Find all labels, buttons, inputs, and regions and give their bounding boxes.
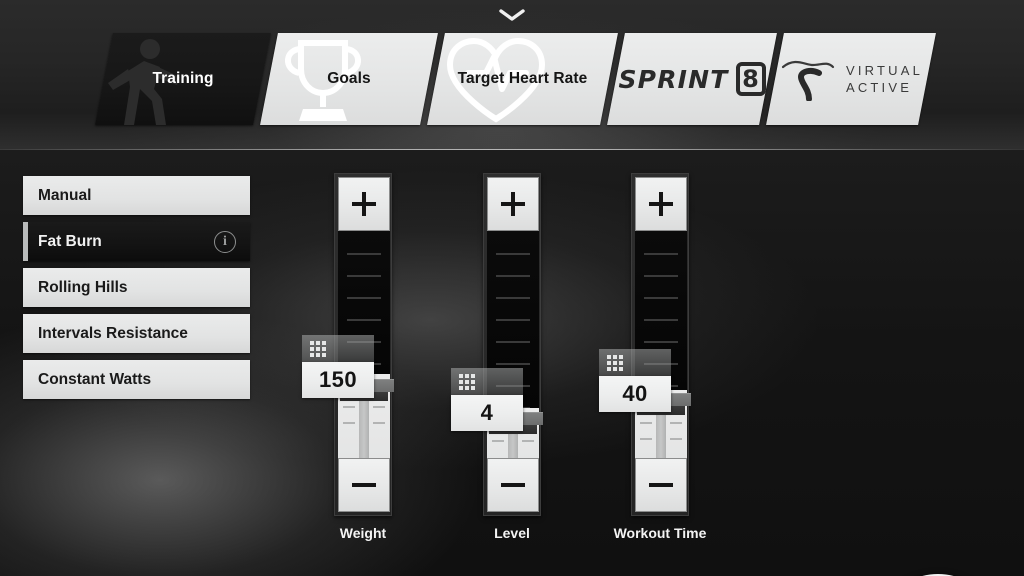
slider-weight-value-box[interactable]: 150 — [302, 362, 374, 398]
program-item-label: Rolling Hills — [38, 278, 128, 296]
slider-workout-time-caption: Workout Time — [613, 525, 707, 541]
slider-workout-time-track[interactable] — [635, 231, 687, 458]
slider-level-value-box[interactable]: 4 — [451, 395, 523, 431]
main-tab-bar: Training Goals Target Heart Rate SPRINT … — [95, 33, 936, 125]
program-menu-list: Manual Fat Burn i Rolling Hills Interval… — [23, 176, 250, 406]
virtual-active-line2: ACTIVE — [845, 80, 913, 95]
slider-workout-time-decrease-button[interactable] — [635, 458, 687, 512]
treadmill-console-screen: Training Goals Target Heart Rate SPRINT … — [0, 0, 1024, 576]
program-item-label: Intervals Resistance — [38, 324, 188, 342]
virtual-active-logo: VIRTUAL ACTIVE — [779, 53, 923, 106]
program-item-label: Manual — [38, 186, 92, 204]
info-icon[interactable]: i — [214, 230, 236, 253]
tab-training-label: Training — [152, 70, 214, 87]
tab-sprint8[interactable]: SPRINT 8 — [607, 33, 777, 125]
content-area: Manual Fat Burn i Rolling Hills Interval… — [0, 150, 1024, 576]
virtual-active-line1: VIRTUAL — [845, 62, 924, 78]
sprint8-badge: 8 — [735, 62, 766, 96]
program-item-label: Constant Watts — [38, 370, 152, 388]
slider-level-increase-button[interactable] — [487, 177, 539, 231]
grip-dots-icon — [459, 374, 477, 390]
tab-training[interactable]: Training — [95, 33, 271, 125]
program-item-manual[interactable]: Manual — [23, 176, 250, 215]
slider-weight-grip-handle[interactable] — [302, 335, 374, 362]
tab-goals[interactable]: Goals — [260, 33, 438, 125]
plus-icon — [501, 192, 525, 216]
slider-level: 4 Level — [451, 173, 543, 541]
slider-level-value: 4 — [480, 400, 494, 425]
header-bar: Training Goals Target Heart Rate SPRINT … — [0, 0, 1024, 150]
chevron-down-icon — [497, 7, 527, 23]
slider-workout-time: 40 Workout Time — [599, 173, 706, 541]
tab-target-heart-rate[interactable]: Target Heart Rate — [427, 33, 618, 125]
minus-icon — [352, 473, 376, 497]
program-item-fat-burn[interactable]: Fat Burn i — [23, 222, 250, 261]
slider-workout-time-increase-button[interactable] — [635, 177, 687, 231]
program-item-intervals-resistance[interactable]: Intervals Resistance — [23, 314, 250, 353]
minus-icon — [649, 473, 673, 497]
slider-level-decrease-button[interactable] — [487, 458, 539, 512]
slider-weight-caption: Weight — [339, 525, 387, 541]
tab-goals-label: Goals — [327, 70, 371, 87]
slider-level-caption: Level — [494, 525, 530, 541]
slider-workout-time-frame — [631, 173, 691, 516]
program-item-label: Fat Burn — [38, 232, 102, 250]
sprint8-logo: SPRINT 8 — [618, 62, 766, 96]
slider-weight-increase-button[interactable] — [338, 177, 390, 231]
slider-workout-time-value-box[interactable]: 40 — [599, 376, 671, 412]
plus-icon — [352, 192, 376, 216]
tab-virtual-active[interactable]: VIRTUAL ACTIVE — [766, 33, 936, 125]
slider-workout-time-grip-handle[interactable] — [599, 349, 671, 376]
slider-level-grip-handle[interactable] — [451, 368, 523, 395]
plus-icon — [649, 192, 673, 216]
slider-weight-decrease-button[interactable] — [338, 458, 390, 512]
program-item-rolling-hills[interactable]: Rolling Hills — [23, 268, 250, 307]
sprint8-wordmark: SPRINT — [618, 64, 729, 94]
grip-dots-icon — [310, 341, 328, 357]
program-item-constant-watts[interactable]: Constant Watts — [23, 360, 250, 399]
grip-dots-icon — [607, 355, 625, 371]
slider-weight-value: 150 — [319, 367, 357, 392]
collapse-header-button[interactable] — [0, 4, 1024, 26]
minus-icon — [501, 473, 525, 497]
slider-workout-time-value: 40 — [622, 381, 648, 406]
tab-target-heart-rate-label: Target Heart Rate — [457, 70, 588, 87]
winding-road-icon — [779, 53, 837, 106]
slider-level-frame — [483, 173, 543, 516]
slider-weight: 150 Weight — [302, 173, 394, 541]
